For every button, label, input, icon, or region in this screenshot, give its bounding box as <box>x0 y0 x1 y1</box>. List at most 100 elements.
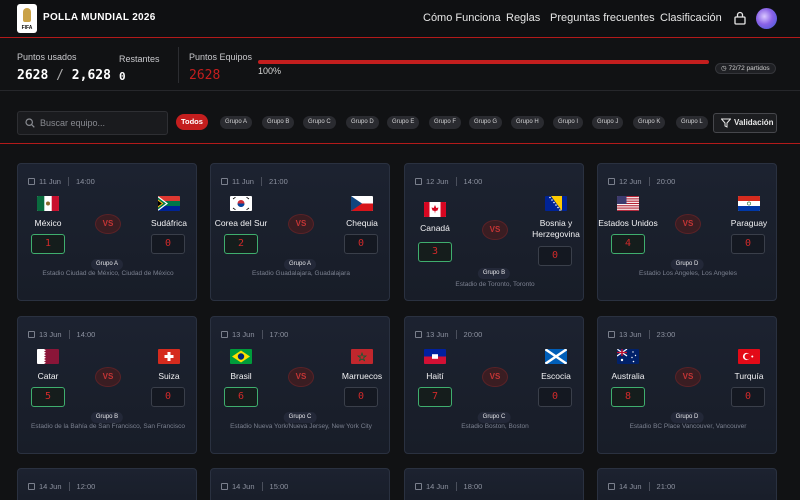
brand-title[interactable]: POLLA MUNDIAL 2026 <box>43 12 156 23</box>
user-avatar[interactable] <box>756 8 777 29</box>
nav-reglas[interactable]: Reglas <box>506 12 540 24</box>
brazil-flag-icon <box>230 349 252 364</box>
vs-badge: VS <box>482 367 508 387</box>
match-datetime: 13 Jun 17:00 <box>221 330 288 339</box>
home-team-name: México <box>34 218 62 228</box>
filter-chip-grupo-g[interactable]: Grupo G <box>469 116 503 129</box>
home-score-input[interactable]: 8 <box>611 387 645 407</box>
search-box[interactable] <box>17 111 168 135</box>
mexico-flag-icon <box>37 196 59 211</box>
canada-flag-icon <box>424 202 446 217</box>
haiti-flag-icon <box>424 349 446 364</box>
filter-chip-todos[interactable]: Todos <box>176 114 208 130</box>
match-time: 23:00 <box>656 330 676 339</box>
stats-divider <box>178 47 179 83</box>
calendar-icon <box>415 178 422 185</box>
filter-chip-grupo-j[interactable]: Grupo J <box>592 116 624 129</box>
filter-chip-grupo-e[interactable]: Grupo E <box>387 116 420 129</box>
matches-counter: 72/72 partidos <box>728 65 770 72</box>
datetime-divider <box>261 330 263 339</box>
nav-preguntas-frecuentes[interactable]: Preguntas frecuentes <box>550 12 655 24</box>
filter-chip-grupo-b[interactable]: Grupo B <box>262 116 295 129</box>
home-score-input[interactable]: 5 <box>31 387 65 407</box>
usa-flag-icon <box>617 196 639 211</box>
nav-como-funciona[interactable]: Cómo Funciona <box>423 12 501 24</box>
vs-badge: VS <box>288 367 314 387</box>
match-card[interactable]: 12 Jun 20:00 Estados Unidos Paraguay VS 4 0 Gru… <box>597 163 777 301</box>
match-date: 12 Jun <box>426 177 449 186</box>
home-score-input[interactable]: 7 <box>418 387 452 407</box>
home-score-input[interactable]: 1 <box>31 234 65 254</box>
filter-chip-grupo-d[interactable]: Grupo D <box>346 116 379 129</box>
filter-chip-grupo-h[interactable]: Grupo H <box>511 116 544 129</box>
czechia-flag-icon <box>351 196 373 211</box>
away-score-input[interactable]: 0 <box>151 234 185 254</box>
match-venue: Estadio Boston, Boston <box>461 423 529 430</box>
team-points-value: 2628 <box>189 68 221 83</box>
match-card[interactable]: 14 Jun 21:00 <box>597 468 777 500</box>
filter-chip-grupo-a[interactable]: Grupo A <box>220 116 253 129</box>
home-team-name: Catar <box>37 371 59 381</box>
away-score-input[interactable]: 0 <box>151 387 185 407</box>
lock-icon[interactable] <box>734 11 746 25</box>
filter-chip-grupo-l[interactable]: Grupo L <box>676 116 708 129</box>
match-venue: Estadio Los Angeles, Los Angeles <box>639 270 737 277</box>
filter-chip-grupo-f[interactable]: Grupo F <box>429 116 462 129</box>
match-card[interactable]: 13 Jun 23:00 Australia Turquía VS 8 0 Grupo D Es… <box>597 316 777 454</box>
match-card[interactable]: 14 Jun 18:00 <box>404 468 584 500</box>
turkey-flag-icon <box>738 349 760 364</box>
home-score-input[interactable]: 6 <box>224 387 258 407</box>
match-time: 21:00 <box>268 177 288 186</box>
datetime-divider <box>68 330 70 339</box>
paraguay-flag-icon <box>738 196 760 211</box>
match-datetime: 11 Jun 21:00 <box>221 177 288 186</box>
away-score-input[interactable]: 0 <box>731 234 765 254</box>
calendar-icon <box>28 331 35 338</box>
home-score-input[interactable]: 3 <box>418 242 452 262</box>
away-team-name: Bosnia y Herzegovina <box>532 218 580 239</box>
match-card[interactable]: 11 Jun 14:00 México Sudáfrica VS 1 0 Grupo A Est… <box>17 163 197 301</box>
logo-text: FIFA <box>21 25 33 31</box>
away-score-input[interactable]: 0 <box>538 387 572 407</box>
datetime-divider <box>455 177 457 186</box>
calendar-icon <box>28 178 35 185</box>
match-date: 11 Jun <box>39 177 61 186</box>
match-card[interactable]: 13 Jun 20:00 Haití Escocia VS 7 0 Grupo C Estadi… <box>404 316 584 454</box>
match-date: 14 Jun <box>232 482 255 491</box>
australia-flag-icon <box>617 349 639 364</box>
match-card[interactable]: 14 Jun 15:00 <box>210 468 390 500</box>
away-score-input[interactable]: 0 <box>731 387 765 407</box>
match-card[interactable]: 11 Jun 21:00 Corea del Sur Chequia VS 2 0 Grupo… <box>210 163 390 301</box>
progress-percent: 100% <box>258 66 282 76</box>
nav-clasificacion[interactable]: Clasificación <box>660 12 722 24</box>
away-team-name: Turquía <box>734 371 764 381</box>
filter-chip-grupo-c[interactable]: Grupo C <box>303 116 336 129</box>
filter-chip-grupo-i[interactable]: Grupo I <box>553 116 584 129</box>
away-team-name: Suiza <box>158 371 180 381</box>
validation-label: Validación <box>734 118 774 127</box>
validation-button[interactable]: Validación <box>713 113 777 133</box>
away-score-input[interactable]: 0 <box>538 246 572 266</box>
fifa-logo[interactable]: FIFA <box>17 4 37 33</box>
match-datetime: 12 Jun 14:00 <box>415 177 482 186</box>
match-time: 12:00 <box>76 482 96 491</box>
match-datetime: 11 Jun 14:00 <box>28 177 95 186</box>
match-time: 17:00 <box>269 330 289 339</box>
match-time: 14:00 <box>463 177 483 186</box>
search-input[interactable] <box>40 115 164 131</box>
match-card[interactable]: 13 Jun 14:00 Catar Suiza VS 5 0 Grupo B Estadio … <box>17 316 197 454</box>
home-score-input[interactable]: 2 <box>224 234 258 254</box>
match-card[interactable]: 13 Jun 17:00 Brasil Marruecos VS 6 0 Grupo C Est… <box>210 316 390 454</box>
bosnia-flag-icon <box>545 196 567 211</box>
filter-chip-grupo-k[interactable]: Grupo K <box>633 116 666 129</box>
away-team-name: Marruecos <box>341 371 383 381</box>
match-time: 14:00 <box>76 330 96 339</box>
home-score-input[interactable]: 4 <box>611 234 645 254</box>
points-progress-bar <box>258 60 709 64</box>
match-card[interactable]: 12 Jun 14:00 Canadá Bosnia y Herzegovina VS 3… <box>404 163 584 301</box>
scotland-flag-icon <box>545 349 567 364</box>
away-score-input[interactable]: 0 <box>344 234 378 254</box>
away-score-input[interactable]: 0 <box>344 387 378 407</box>
vs-badge: VS <box>675 214 701 234</box>
match-card[interactable]: 14 Jun 12:00 <box>17 468 197 500</box>
